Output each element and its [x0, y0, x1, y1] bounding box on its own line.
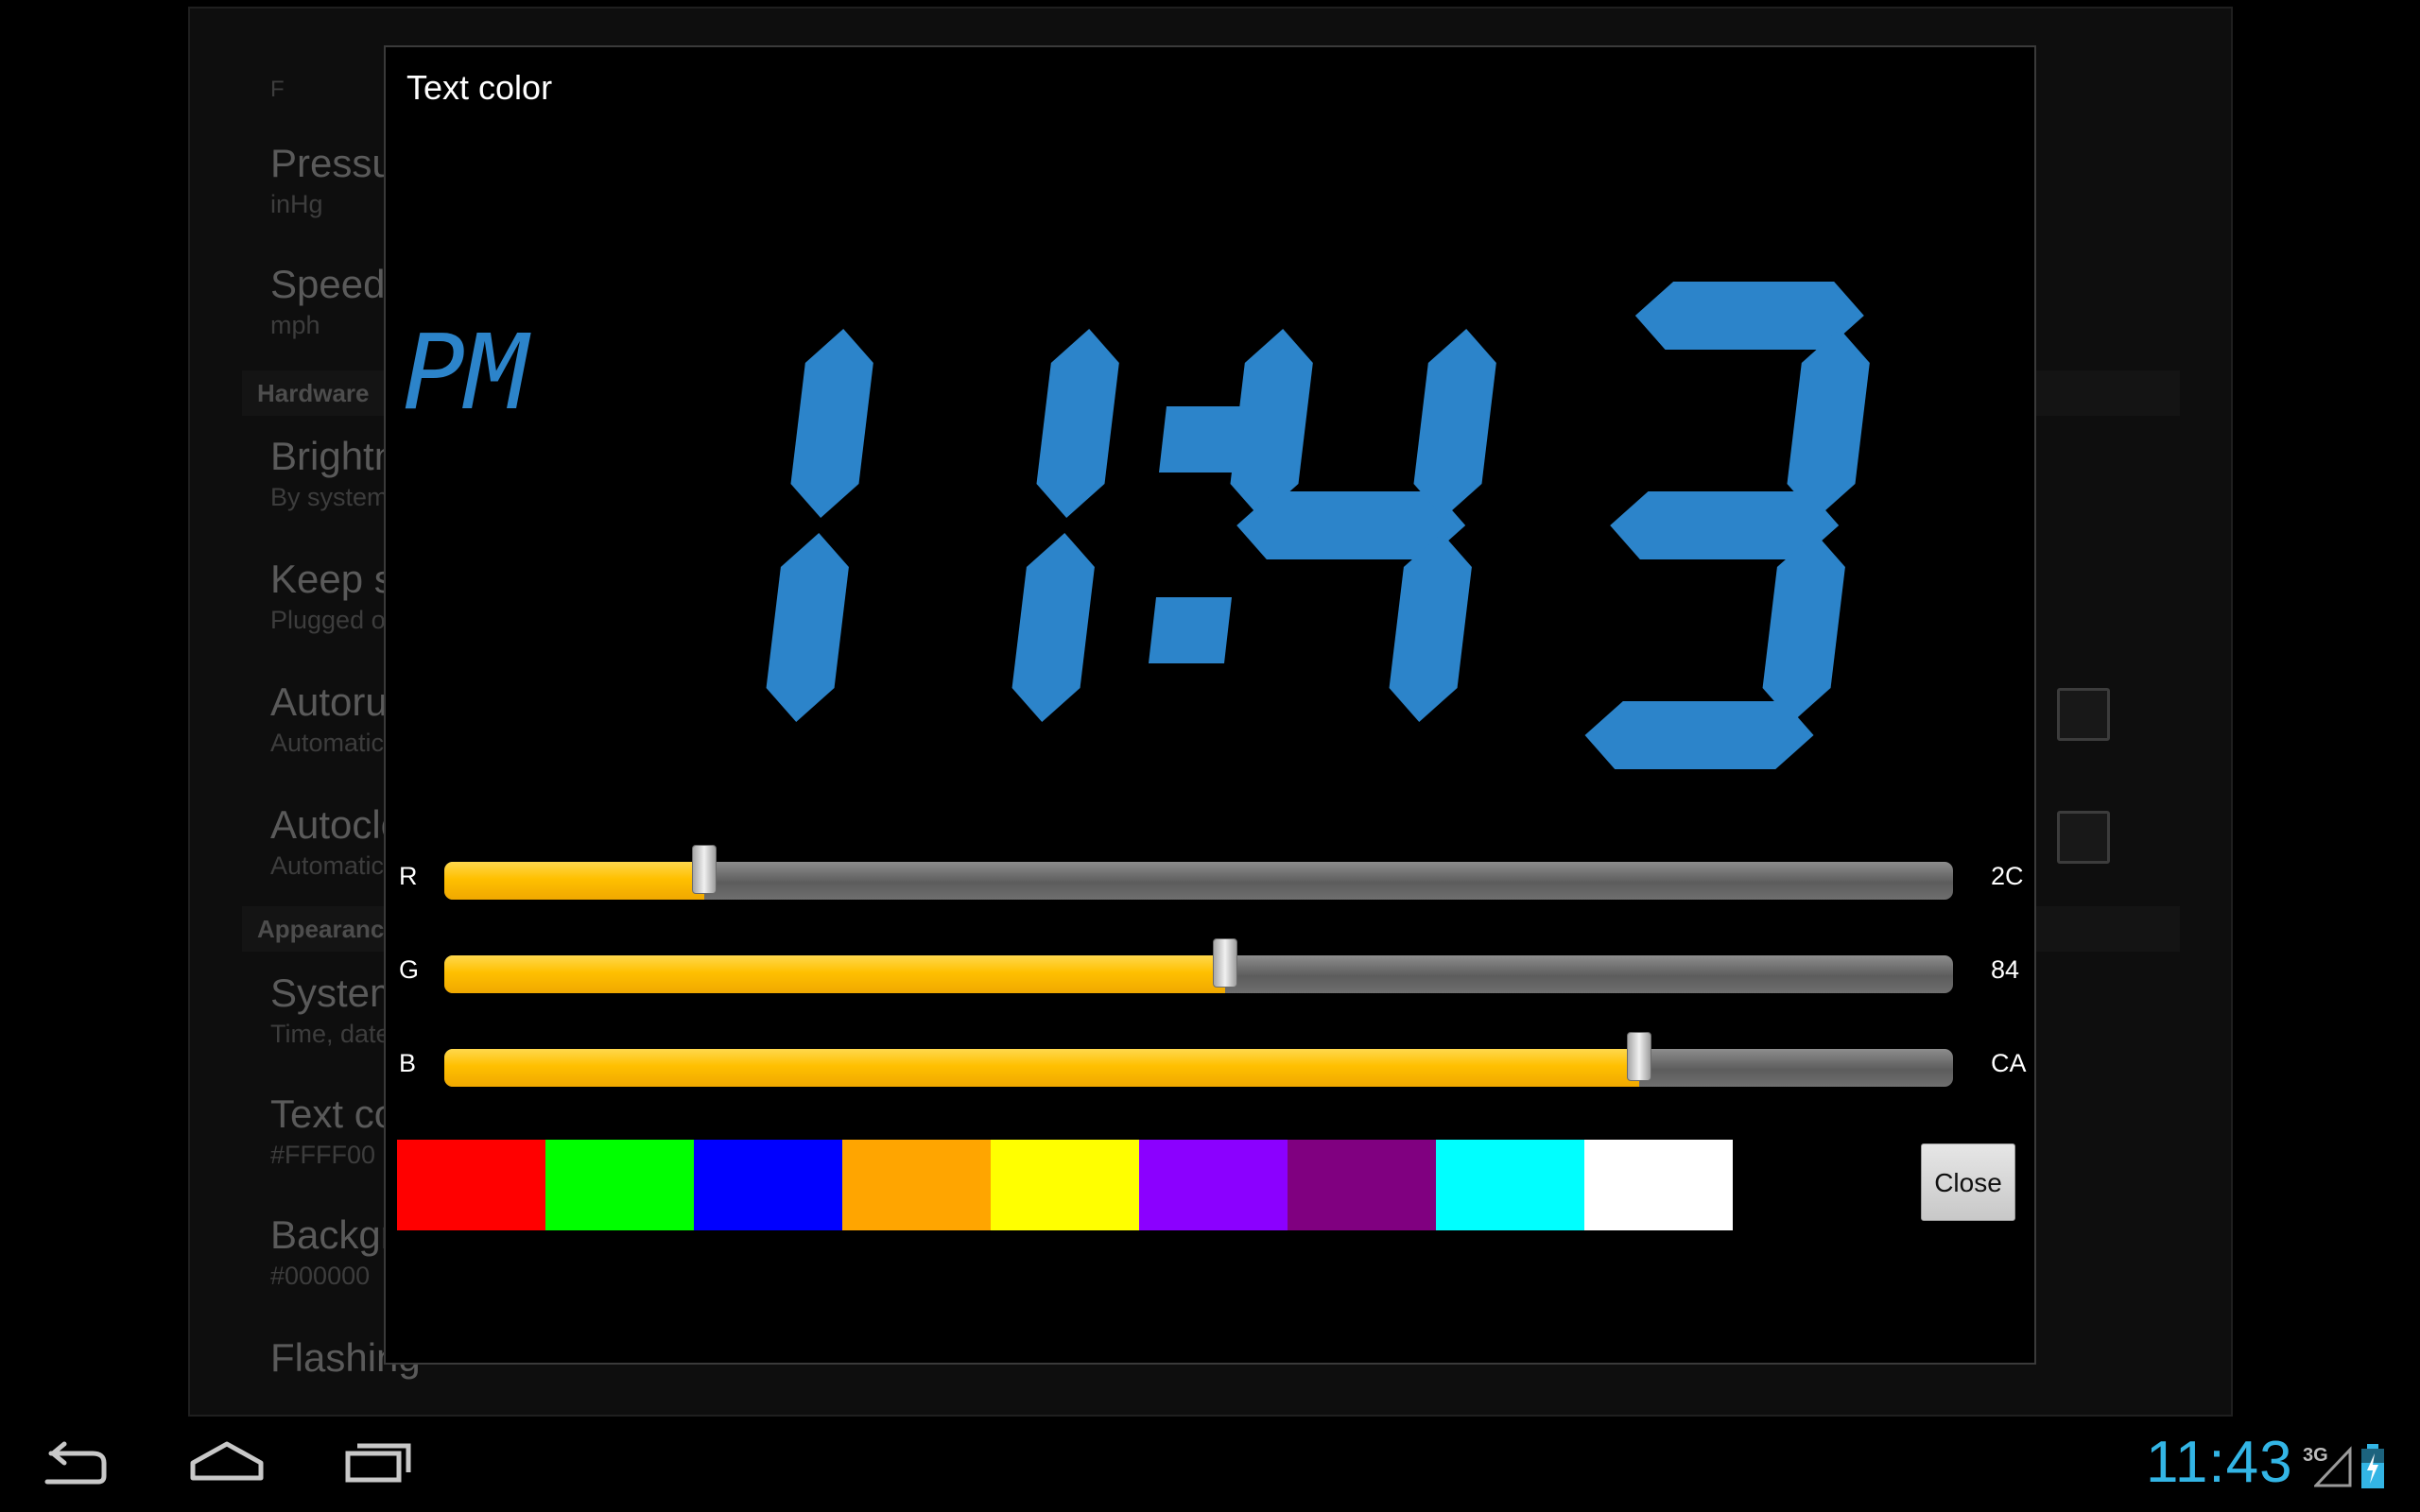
color-swatch[interactable]: [694, 1140, 842, 1230]
digit-segment: [790, 329, 873, 518]
color-swatch[interactable]: [1436, 1140, 1584, 1230]
settings-item-speed[interactable]: Speed mph: [270, 262, 385, 340]
text-color-dialog: Text color PM R 2C G 84 B CA Close: [384, 45, 2036, 1365]
color-swatch[interactable]: [991, 1140, 1139, 1230]
slider-green-label: G: [399, 955, 420, 984]
signal-icon: [2314, 1446, 2352, 1487]
system-navigation-bar: [0, 1418, 2420, 1512]
digit-segment: [1413, 329, 1496, 518]
autorun-checkbox[interactable]: [2057, 688, 2110, 741]
clock-digits: [766, 282, 1870, 769]
color-swatch[interactable]: [1584, 1140, 1733, 1230]
slider-green-value: 84: [1991, 955, 2020, 984]
slider-blue-label: B: [399, 1049, 417, 1077]
digit-segment: [1389, 533, 1472, 722]
settings-partial-item: F: [270, 73, 285, 103]
autoclose-checkbox[interactable]: [2057, 811, 2110, 864]
slider-green[interactable]: G 84: [386, 938, 2038, 1001]
clock-preview: PM: [403, 282, 1870, 769]
color-swatch[interactable]: [842, 1140, 991, 1230]
slider-blue-value: CA: [1991, 1049, 2027, 1077]
settings-item-subtitle: mph: [270, 311, 320, 339]
color-swatch[interactable]: [1139, 1140, 1288, 1230]
clock-digit: [1011, 329, 1119, 722]
clock-digit: [1230, 329, 1496, 722]
slider-red-thumb[interactable]: [692, 845, 717, 894]
status-clock: 11:43: [2146, 1430, 2293, 1495]
color-swatch[interactable]: [397, 1140, 545, 1230]
slider-green-fill: [444, 955, 1226, 993]
clock-colon-dot: [1149, 597, 1232, 663]
slider-green-track[interactable]: [444, 955, 1953, 993]
digit-segment: [1787, 329, 1870, 518]
slider-blue-fill: [444, 1049, 1640, 1087]
slider-blue[interactable]: B CA: [386, 1032, 2038, 1094]
settings-partial-text: F: [270, 77, 285, 102]
slider-red-label: R: [399, 862, 418, 890]
clock-digit: [766, 329, 873, 722]
clock-colon-dot: [1159, 406, 1242, 472]
digit-segment: [1011, 533, 1095, 722]
slider-green-thumb[interactable]: [1213, 938, 1238, 988]
slider-red-fill: [444, 862, 705, 900]
slider-blue-thumb[interactable]: [1627, 1032, 1652, 1081]
color-swatch[interactable]: [1288, 1140, 1436, 1230]
digit-segment: [1036, 329, 1119, 518]
slider-red-value: 2C: [1991, 862, 2024, 890]
digit-segment: [1584, 701, 1814, 769]
color-swatch[interactable]: [545, 1140, 694, 1230]
close-button[interactable]: Close: [1921, 1143, 2015, 1221]
ampm-indicator: PM: [403, 312, 531, 433]
digit-segment: [766, 533, 849, 722]
battery-charging-icon: [2361, 1444, 2384, 1488]
digit-segment: [1230, 329, 1313, 518]
settings-item-title: Speed: [270, 262, 386, 306]
slider-red-track[interactable]: [444, 862, 1953, 900]
clock-digit: [1584, 282, 1870, 769]
slider-red[interactable]: R 2C: [386, 845, 2038, 907]
recent-apps-icon[interactable]: [340, 1436, 420, 1493]
digit-segment: [1762, 533, 1845, 722]
home-icon[interactable]: [187, 1436, 267, 1493]
back-icon[interactable]: [38, 1436, 113, 1493]
color-swatches: [397, 1140, 1733, 1230]
slider-blue-track[interactable]: [444, 1049, 1953, 1087]
